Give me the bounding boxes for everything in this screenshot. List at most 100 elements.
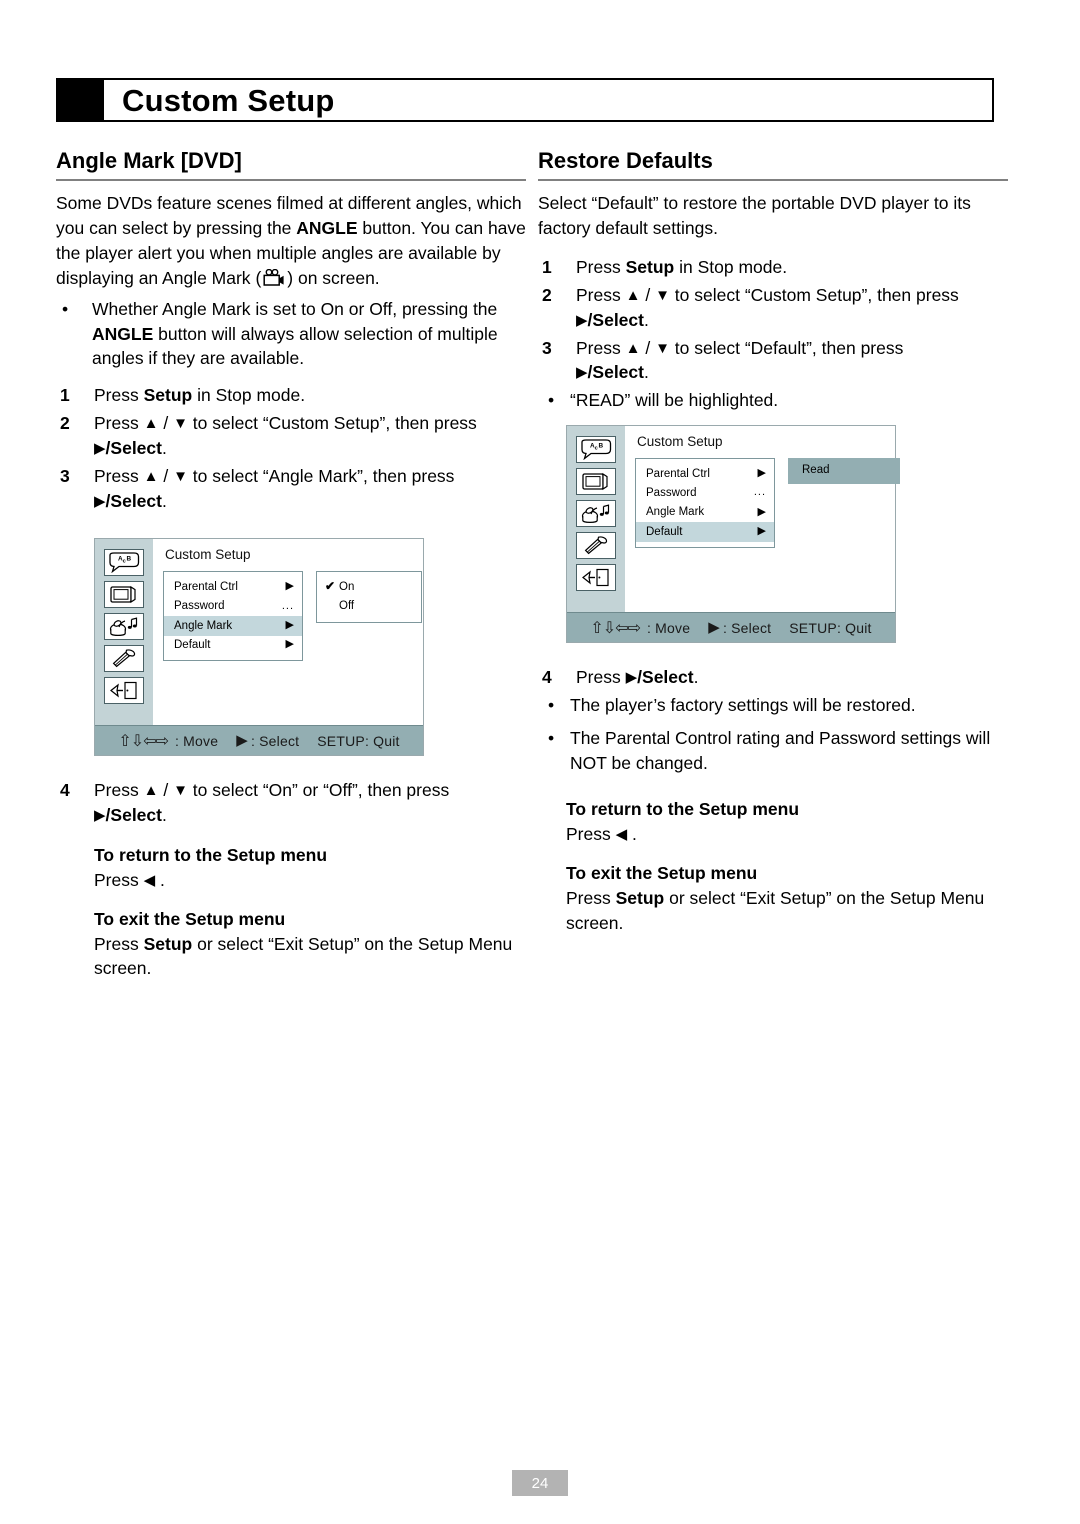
step-2-text-c: . [643,309,649,330]
osd-body: AcB Custom Setup Parental Ctrl ▶ Passwor… [95,539,423,726]
custom-hammer-icon[interactable] [104,645,144,673]
step-3-number: 3 [60,465,70,486]
osd-read-highlight[interactable]: Read [788,458,900,484]
osd-move-label: : Move [647,619,691,636]
osd-menu-label: Parental Ctrl [174,580,238,593]
list-item: The Parental Control rating and Password… [538,726,1008,776]
step-1-number: 1 [60,385,70,406]
right-spacer-3 [538,643,1008,665]
exit-door-icon[interactable] [576,564,616,592]
osd-icon-rail: AcB [567,426,625,613]
bullet1-text-c: button will always allow selection of mu… [92,323,498,369]
step-4-text-b: . [693,667,699,688]
step-4: 4 Press /Select. [538,665,1008,690]
step-3: 3 Press / to select “Angle Mark”, then p… [56,464,526,514]
checkmark-icon [325,579,336,595]
chevron-right-icon [758,467,766,481]
osd-icon-rail: AcB [95,539,153,726]
right-return-heading: To return to the Setup menu [566,799,800,820]
list-item: Whether Angle Mark is set to On or Off, … [56,297,526,372]
osd-submenu-item-on[interactable]: On [317,577,421,597]
osd-submenu-item-off[interactable]: Off [317,597,421,616]
osd-menu-item-angle-mark[interactable]: Angle Mark [164,616,302,636]
step-4-number: 4 [542,667,552,688]
osd-menu-item-parental-ctrl[interactable]: Parental Ctrl [164,577,302,596]
osd-screen-angle-mark: AcB Custom Setup Parental Ctrl ▶ Passwor… [94,538,424,757]
display-tv-icon[interactable] [576,468,616,496]
ellipsis-icon [282,600,294,614]
right-section-rule [538,179,1008,182]
osd-menu-item-default[interactable]: Default [636,522,774,542]
language-speech-bubble-icon[interactable]: AcB [104,549,144,577]
step-3-number: 3 [542,337,552,358]
step-2-text-b: to select “Custom Setup”, then press [187,413,477,434]
step-1: 1 Press Setup in Stop mode. [56,383,526,408]
osd-submenu-label: On [339,580,355,593]
osd-select-label: : Select [722,619,772,636]
right-exit-text: Press Setup or select “Exit Setup” on th… [566,886,1008,936]
audio-music-icon[interactable] [104,613,144,641]
left-exit-bold: Setup [143,933,193,954]
right-spacer-1 [538,243,1008,255]
left-spacer-3 [56,756,526,778]
ellipsis-icon [754,486,766,500]
left-column: Angle Mark [DVD] Some DVDs feature scene… [56,148,526,983]
header-title-wrap: Custom Setup [104,80,992,120]
step-3-bold: /Select [587,362,644,383]
osd-footer-hints: ⇧⇩⇦⇨ : Move : Select SETUP: Quit [567,612,895,643]
restore-step4-bullets: The player’s factory settings will be re… [538,693,1008,776]
chevron-right-icon [286,580,294,594]
osd-menu-item-password[interactable]: Password [164,597,302,616]
osd-menu-list: Parental Ctrl Password Angle Mark [635,458,775,548]
custom-hammer-icon[interactable] [576,532,616,560]
osd-menu-item-default[interactable]: Default [164,636,302,655]
language-speech-bubble-icon[interactable]: AcB [576,436,616,464]
step-2-number: 2 [542,284,552,305]
osd-menu-label: Angle Mark [174,619,233,632]
step-1-text-a: Press [94,385,144,406]
osd-move-label: : Move [175,732,219,749]
intro-line-5a: ( [255,267,262,288]
restore-defaults-step4: 4 Press /Select. [538,665,1008,690]
intro-line-1: Some DVDs feature scenes filmed at diffe… [56,193,473,214]
audio-music-icon[interactable] [576,500,616,528]
right-exit-text-a: Press [566,887,616,908]
angle-mark-intro-paragraph: Some DVDs feature scenes filmed at diffe… [56,191,526,294]
arrow-right-icon [576,312,588,329]
osd-submenu-label: Off [339,600,355,613]
intro-line-2c: button. [357,218,416,239]
chevron-right-icon [758,525,766,539]
arrow-right-icon [94,493,106,510]
svg-text:c: c [123,559,126,565]
step-1-number: 1 [542,256,552,277]
step-1: 1 Press Setup in Stop mode. [538,255,1008,280]
osd-menu-label: Default [646,525,683,538]
left-exit-heading: To exit the Setup menu [94,908,286,929]
left-exit-text: Press Setup or select “Exit Setup” on th… [94,932,526,982]
intro-line-5b: ) on screen. [287,267,380,288]
step-4-bold: /Select [105,805,162,826]
step-1-text-b: in Stop mode. [674,256,788,277]
chevron-right-icon [286,619,294,633]
step-2: 2 Press / to select “Custom Setup”, then… [56,411,526,461]
header-black-swatch [58,80,104,120]
osd-menu-label: Default [174,639,211,652]
display-tv-icon[interactable] [104,581,144,609]
step-2: 2 Press / to select “Custom Setup”, then… [538,283,1008,333]
step-4-number: 4 [60,780,70,801]
osd-menu-list: Parental Ctrl Password Angle Mark [163,571,303,661]
bullet1-text-a: Whether Angle Mark is set to On or Off, … [92,298,498,319]
arrow-right-icon [94,440,106,457]
osd-menu-label: Parental Ctrl [646,467,710,480]
osd-menu-item-angle-mark[interactable]: Angle Mark [636,503,774,522]
osd-menu-item-parental-ctrl[interactable]: Parental Ctrl [636,464,774,483]
osd-menu-item-password[interactable]: Password [636,483,774,502]
svg-text:c: c [595,446,598,452]
step-4-text-a: Press [94,780,144,801]
left-return-text: Press . [94,868,526,893]
left-exit-text-a: Press [94,933,144,954]
exit-door-icon[interactable] [104,677,144,705]
right-exit-heading: To exit the Setup menu [566,863,758,884]
osd-menu-label: Angle Mark [646,506,705,519]
osd-main-area: Custom Setup Parental Ctrl Password [153,539,423,725]
